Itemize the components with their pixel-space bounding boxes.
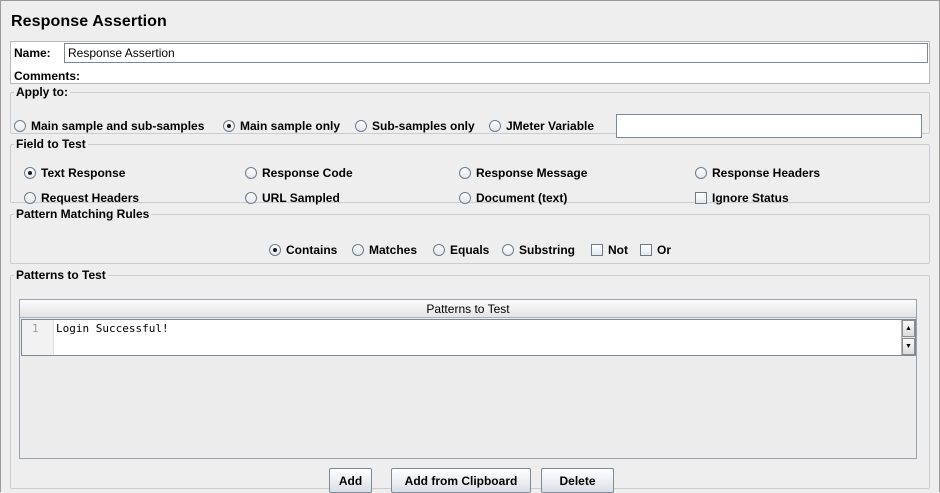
rule-not-checkbox[interactable]: Not: [591, 243, 628, 257]
radio-icon: [695, 167, 707, 179]
rule-matches-label: Matches: [369, 243, 418, 257]
patterns-to-test-legend: Patterns to Test: [16, 268, 106, 282]
field-response-code-radio[interactable]: Response Code: [245, 166, 353, 180]
field-request-headers-label: Request Headers: [41, 191, 140, 205]
radio-icon: [24, 192, 36, 204]
pattern-matching-rules-group: Pattern Matching Rules Contains Matches …: [10, 207, 930, 264]
field-to-test-group: Field to Test Text Response Response Cod…: [10, 137, 930, 205]
line-number: 1: [22, 320, 54, 355]
jmeter-variable-input[interactable]: [616, 114, 922, 138]
ignore-status-checkbox[interactable]: Ignore Status: [695, 191, 789, 205]
field-response-message-label: Response Message: [476, 166, 588, 180]
rule-or-checkbox[interactable]: Or: [640, 243, 671, 257]
rule-substring-label: Substring: [519, 243, 575, 257]
rule-contains-label: Contains: [286, 243, 338, 257]
page-title: Response Assertion: [11, 13, 167, 30]
apply-jmeter-variable-label: JMeter Variable: [506, 119, 595, 133]
rule-equals-radio[interactable]: Equals: [433, 243, 489, 257]
field-request-headers-radio[interactable]: Request Headers: [24, 191, 139, 205]
field-to-test-legend: Field to Test: [16, 137, 86, 151]
radio-icon: [489, 120, 501, 132]
radio-icon: [355, 120, 367, 132]
name-label: Name:: [14, 46, 51, 60]
radio-icon: [459, 167, 471, 179]
radio-icon: [352, 244, 364, 256]
checkbox-icon: [640, 244, 652, 256]
comments-label: Comments:: [14, 69, 81, 83]
field-document-text-label: Document (text): [476, 191, 568, 205]
pattern-text[interactable]: Login Successful!: [56, 322, 169, 335]
apply-sub-only-radio[interactable]: Sub-samples only: [355, 119, 475, 133]
patterns-table: Patterns to Test 1 Login Successful! ▲ ▼: [19, 299, 917, 459]
rule-contains-radio[interactable]: Contains: [269, 243, 337, 257]
apply-main-only-radio[interactable]: Main sample only: [223, 119, 340, 133]
field-url-sampled-label: URL Sampled: [262, 191, 340, 205]
field-response-code-label: Response Code: [262, 166, 353, 180]
radio-icon: [433, 244, 445, 256]
apply-sub-only-label: Sub-samples only: [372, 119, 475, 133]
add-from-clipboard-button[interactable]: Add from Clipboard: [391, 468, 531, 493]
radio-icon: [502, 244, 514, 256]
apply-to-legend: Apply to:: [16, 85, 68, 99]
comments-input[interactable]: [81, 65, 929, 83]
radio-selected-icon: [24, 167, 36, 179]
apply-main-and-sub-radio[interactable]: Main sample and sub-samples: [14, 119, 204, 133]
rule-matches-radio[interactable]: Matches: [352, 243, 417, 257]
patterns-table-header[interactable]: Patterns to Test: [20, 300, 916, 318]
rule-or-label: Or: [657, 243, 672, 257]
radio-icon: [245, 192, 257, 204]
field-text-response-radio[interactable]: Text Response: [24, 166, 125, 180]
apply-jmeter-variable-radio[interactable]: JMeter Variable: [489, 119, 594, 133]
field-text-response-label: Text Response: [41, 166, 126, 180]
patterns-to-test-group: Patterns to Test Patterns to Test 1 Logi…: [10, 268, 930, 493]
apply-main-and-sub-label: Main sample and sub-samples: [31, 119, 205, 133]
rule-not-label: Not: [608, 243, 628, 257]
name-comments-block: Name: Comments:: [10, 41, 930, 84]
field-document-text-radio[interactable]: Document (text): [459, 191, 567, 205]
ignore-status-label: Ignore Status: [712, 191, 789, 205]
assertion-panel: Response Assertion Name: Comments: Apply…: [0, 0, 940, 493]
apply-main-only-label: Main sample only: [240, 119, 341, 133]
pattern-matching-rules-legend: Pattern Matching Rules: [16, 207, 150, 221]
rule-equals-label: Equals: [450, 243, 490, 257]
radio-selected-icon: [223, 120, 235, 132]
editor-scrollbar[interactable]: ▲ ▼: [901, 320, 915, 355]
checkbox-icon: [695, 192, 707, 204]
pattern-row-editor[interactable]: 1 Login Successful! ▲ ▼: [21, 319, 916, 356]
radio-selected-icon: [269, 244, 281, 256]
rule-substring-radio[interactable]: Substring: [502, 243, 575, 257]
add-button[interactable]: Add: [329, 468, 372, 493]
field-response-headers-label: Response Headers: [712, 166, 821, 180]
name-input[interactable]: [64, 43, 928, 63]
radio-icon: [14, 120, 26, 132]
field-url-sampled-radio[interactable]: URL Sampled: [245, 191, 340, 205]
field-response-headers-radio[interactable]: Response Headers: [695, 166, 820, 180]
delete-button[interactable]: Delete: [541, 468, 614, 493]
field-response-message-radio[interactable]: Response Message: [459, 166, 587, 180]
scroll-down-arrow-icon[interactable]: ▼: [902, 338, 915, 355]
radio-icon: [245, 167, 257, 179]
checkbox-icon: [591, 244, 603, 256]
apply-to-group: Apply to: Main sample and sub-samples Ma…: [10, 85, 930, 138]
radio-icon: [459, 192, 471, 204]
scroll-up-arrow-icon[interactable]: ▲: [902, 320, 915, 337]
